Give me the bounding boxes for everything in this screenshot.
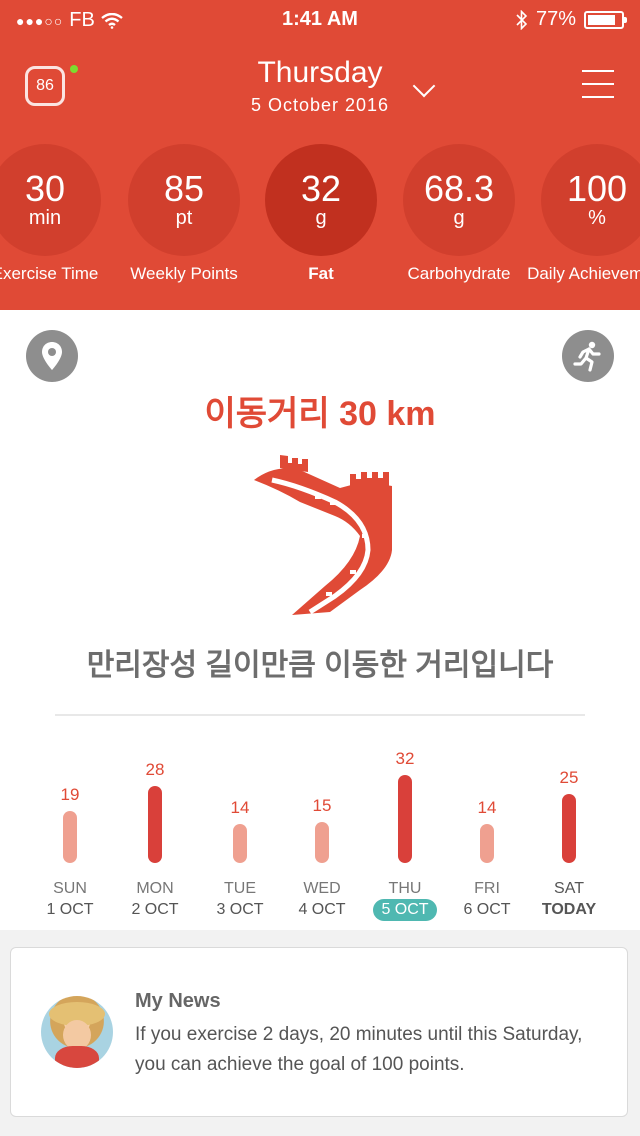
distance-title: 이동거리 30 km bbox=[204, 395, 436, 433]
bar-date-label: 4 OCT bbox=[298, 901, 346, 918]
stat-circle: 85 pt bbox=[128, 144, 240, 256]
news-text: If you exercise 2 days, 20 minutes until… bbox=[135, 1024, 583, 1075]
bar-date-label: TODAY bbox=[541, 901, 597, 918]
bar-date-label: 6 OCT bbox=[463, 901, 511, 918]
stat-circle: 68.3 g bbox=[403, 144, 515, 256]
running-icon[interactable] bbox=[562, 330, 614, 382]
stat-circle: 32 g bbox=[265, 144, 377, 256]
stat-unit: g bbox=[453, 207, 465, 229]
bar bbox=[480, 824, 494, 863]
stat-value: 30 bbox=[24, 168, 66, 209]
battery-percent: 77% bbox=[535, 8, 576, 30]
stat-unit: % bbox=[588, 207, 606, 229]
status-bar: ●●●○○ FB 1:41 AM 77% bbox=[0, 0, 640, 40]
divider bbox=[55, 714, 585, 716]
bar-day-label: FRI bbox=[474, 880, 500, 897]
bar-date-label: 5 OCT bbox=[373, 899, 437, 921]
bar bbox=[63, 811, 77, 863]
bar bbox=[398, 775, 412, 863]
distance-card: 이동거리 30 km 만리장성 길이만큼 이동한 거리입니다 19 SUN 1 OC… bbox=[0, 310, 640, 930]
bar-date-label: 2 OCT bbox=[131, 901, 179, 918]
weekly-chart: 19 SUN 1 OCT 28 MON 2 OCT 14 TUE 3 OCT 15 WED 4 OCT… bbox=[0, 748, 640, 928]
stat-label: Daily Achievement bbox=[527, 264, 640, 283]
great-wall-icon bbox=[254, 455, 392, 615]
bluetooth-icon bbox=[516, 9, 528, 30]
bar-date-label: 3 OCT bbox=[216, 901, 264, 918]
bar-value: 15 bbox=[312, 796, 332, 815]
bar bbox=[562, 794, 576, 863]
stat-circle: 30 min bbox=[0, 144, 101, 256]
stat-value: 100 bbox=[566, 168, 628, 209]
header-date: 5 October 2016 bbox=[250, 95, 390, 115]
bar-value: 19 bbox=[60, 785, 80, 804]
header-day[interactable]: Thursday bbox=[0, 56, 640, 90]
status-right: 77% bbox=[516, 8, 627, 31]
stat-circle: 100 % bbox=[541, 144, 640, 256]
my-news-card[interactable]: My News If you exercise 2 days, 20 minut… bbox=[10, 947, 628, 1117]
bar bbox=[233, 824, 247, 863]
bar-value: 25 bbox=[559, 768, 579, 787]
stat-weekly-points[interactable]: 85 pt Weekly Points bbox=[128, 144, 240, 283]
location-pin-icon[interactable] bbox=[26, 330, 78, 382]
stat-exercise-time[interactable]: 30 min Exercise Time bbox=[0, 144, 101, 283]
bar bbox=[315, 822, 329, 863]
news-heading: My News bbox=[135, 990, 221, 1012]
bar-day-label: MON bbox=[136, 880, 174, 897]
bar bbox=[148, 786, 162, 863]
battery-icon bbox=[584, 10, 627, 29]
bar-value: 14 bbox=[477, 798, 497, 817]
distance-subtitle: 만리장성 길이만큼 이동한 거리입니다 bbox=[86, 649, 554, 682]
app-header: ●●●○○ FB 1:41 AM 77% 86 Thursday 5 Octob… bbox=[0, 0, 640, 310]
stat-value: 68.3 bbox=[423, 168, 495, 209]
bar-day-label: TUE bbox=[224, 880, 256, 897]
stat-unit: pt bbox=[175, 207, 193, 229]
stat-value: 32 bbox=[300, 168, 342, 209]
bar-day-label: SAT bbox=[554, 880, 584, 897]
bar-day-label: SUN bbox=[53, 880, 87, 897]
bar-value: 14 bbox=[230, 798, 250, 817]
stat-daily-achievement[interactable]: 100 % Daily Achievement bbox=[527, 144, 640, 283]
bar-value: 28 bbox=[145, 760, 165, 779]
menu-icon[interactable] bbox=[582, 70, 614, 102]
stat-carbohydrate[interactable]: 68.3 g Carbohydrate bbox=[403, 144, 515, 283]
bar-value: 32 bbox=[395, 749, 415, 768]
stat-fat[interactable]: 32 g Fat bbox=[265, 144, 377, 283]
stat-unit: g bbox=[315, 207, 327, 229]
bar-day-label: WED bbox=[303, 880, 341, 897]
stat-value: 85 bbox=[163, 168, 205, 209]
bar-date-label: 1 OCT bbox=[46, 901, 94, 918]
avatar bbox=[41, 996, 113, 1068]
stat-unit: min bbox=[28, 207, 62, 229]
bar-day-label: THU bbox=[388, 880, 422, 897]
